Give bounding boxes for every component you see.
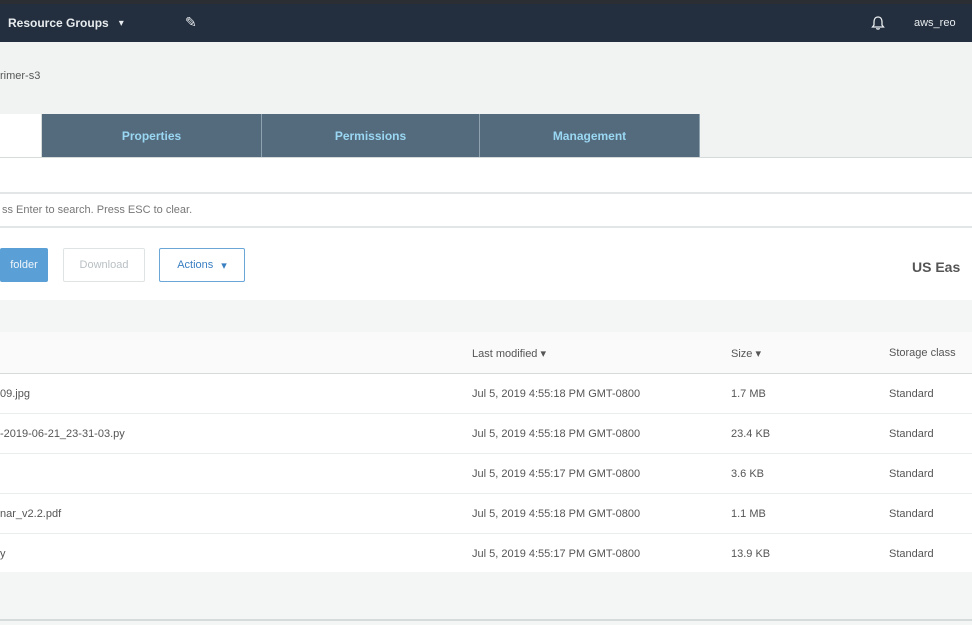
search-input[interactable]	[0, 194, 972, 226]
table-row[interactable]: -2019-06-21_23-31-03.py Jul 5, 2019 4:55…	[0, 414, 972, 454]
tab-overview[interactable]	[0, 114, 42, 158]
last-modified-cell: Jul 5, 2019 4:55:18 PM GMT-0800	[472, 428, 641, 440]
tab-label: Permissions	[334, 129, 407, 143]
tabs-row: Properties Permissions Management	[0, 114, 972, 158]
top-navbar: Resource Groups ▾ ✎ aws_reo	[0, 4, 972, 42]
storage-class-cell: Standard	[889, 508, 934, 520]
size-cell: 1.1 MB	[731, 508, 766, 520]
storage-class-cell: Standard	[889, 428, 934, 440]
download-button[interactable]: Download	[63, 248, 145, 282]
table-header: Last modified ▾ Size ▾ Storage class	[0, 332, 972, 374]
storage-class-cell: Standard	[889, 548, 934, 560]
last-modified-cell: Jul 5, 2019 4:55:18 PM GMT-0800	[472, 508, 641, 520]
size-cell: 1.7 MB	[731, 388, 766, 400]
size-cell: 13.9 KB	[731, 548, 771, 560]
storage-class-cell: Standard	[889, 468, 934, 480]
actions-dropdown[interactable]: Actions ▾	[159, 248, 245, 282]
column-header-size[interactable]: Size ▾	[731, 347, 761, 360]
object-name-link[interactable]: nar_v2.2.pdf	[0, 508, 61, 520]
column-header-last-modified[interactable]: Last modified ▾	[472, 347, 546, 360]
header-band	[0, 42, 972, 114]
pin-icon[interactable]: ✎	[185, 14, 197, 31]
object-name-link[interactable]: 09.jpg	[0, 388, 30, 400]
table-row[interactable]: 09.jpg Jul 5, 2019 4:55:18 PM GMT-0800 1…	[0, 374, 972, 414]
tab-label: Properties	[121, 129, 182, 143]
size-cell: 3.6 KB	[731, 468, 765, 480]
last-modified-cell: Jul 5, 2019 4:55:18 PM GMT-0800	[472, 388, 641, 400]
bell-icon[interactable]	[870, 15, 886, 31]
search-bar	[0, 192, 972, 228]
tab-label: Management	[552, 129, 627, 143]
create-folder-button[interactable]: folder	[0, 248, 48, 282]
object-name-link[interactable]: y	[0, 548, 6, 560]
last-modified-cell: Jul 5, 2019 4:55:17 PM GMT-0800	[472, 548, 641, 560]
actions-label: Actions	[177, 259, 214, 271]
download-label: Download	[79, 259, 129, 271]
table-row[interactable]: y Jul 5, 2019 4:55:17 PM GMT-0800 13.9 K…	[0, 534, 972, 574]
footer-divider	[0, 619, 972, 621]
chevron-down-icon: ▾	[118, 17, 124, 29]
chevron-down-icon: ▾	[221, 259, 227, 272]
storage-class-cell: Standard	[889, 388, 934, 400]
create-folder-label: folder	[10, 259, 38, 271]
table-toolbar-band	[0, 300, 972, 332]
tab-management[interactable]: Management	[480, 114, 700, 158]
objects-table: Last modified ▾ Size ▾ Storage class 09.…	[0, 332, 972, 574]
size-cell: 23.4 KB	[731, 428, 771, 440]
resource-groups-menu[interactable]: Resource Groups ▾	[8, 16, 124, 30]
table-row[interactable]: nar_v2.2.pdf Jul 5, 2019 4:55:18 PM GMT-…	[0, 494, 972, 534]
breadcrumb[interactable]: rimer-s3	[0, 70, 40, 82]
resource-groups-label: Resource Groups	[8, 16, 109, 30]
region-label: US Eas	[912, 259, 961, 275]
last-modified-cell: Jul 5, 2019 4:55:17 PM GMT-0800	[472, 468, 641, 480]
account-menu[interactable]: aws_reo	[914, 17, 956, 29]
tabs-divider	[0, 157, 972, 158]
tab-properties[interactable]: Properties	[42, 114, 262, 158]
column-header-storage-class[interactable]: Storage class	[889, 347, 956, 359]
tab-permissions[interactable]: Permissions	[262, 114, 480, 158]
object-name-link[interactable]: -2019-06-21_23-31-03.py	[0, 428, 125, 440]
footer-band	[0, 572, 972, 625]
object-toolbar: folder Download Actions ▾ US Eas	[0, 232, 972, 300]
table-row[interactable]: Jul 5, 2019 4:55:17 PM GMT-0800 3.6 KB S…	[0, 454, 972, 494]
